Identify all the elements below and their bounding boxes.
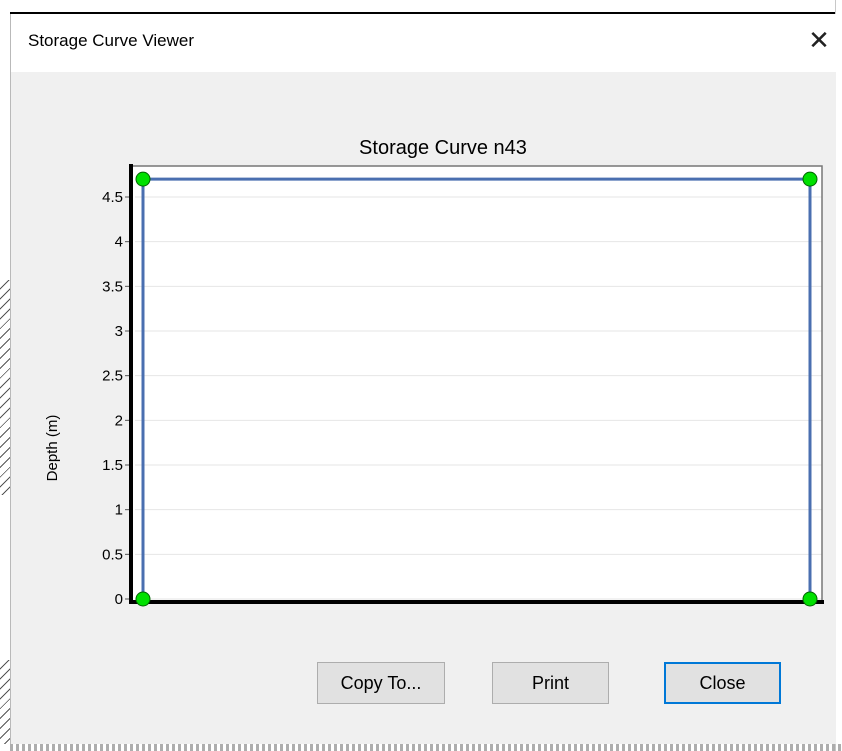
background-window-bottom xyxy=(10,744,842,751)
dialog-titlebar[interactable]: Storage Curve Viewer ✕ xyxy=(11,14,836,72)
copy-to-button[interactable]: Copy To... xyxy=(317,662,445,704)
data-point-marker xyxy=(135,171,151,187)
y-tick-label: 2.5 xyxy=(102,368,123,385)
y-tick-label: 4 xyxy=(115,234,123,251)
close-icon[interactable]: ✕ xyxy=(803,25,835,57)
chart-area: Storage Curve n43 Depth (m) 0 0.5 1 1.5 2 2.5… xyxy=(11,72,836,652)
chart-title: Storage Curve n43 xyxy=(359,137,527,159)
print-button[interactable]: Print xyxy=(492,662,609,704)
screen: Storage Curve Viewer ✕ Storage Curve n43… xyxy=(0,0,842,751)
background-window-right xyxy=(835,0,842,751)
y-tick-label: 1 xyxy=(115,502,123,519)
storage-curve-dialog: Storage Curve Viewer ✕ Storage Curve n43… xyxy=(10,14,836,744)
close-button[interactable]: Close xyxy=(664,662,781,704)
y-tick-label: 4.5 xyxy=(102,189,123,206)
data-point-marker xyxy=(135,591,151,607)
plot-layer: 0 0.5 1 1.5 2 2.5 3 3.5 4 4.5 xyxy=(102,164,824,608)
y-tick-label: 0.5 xyxy=(102,546,123,563)
y-tick-label: 3 xyxy=(115,323,123,340)
data-point-marker xyxy=(802,171,818,187)
plot-background xyxy=(131,166,822,602)
y-axis-label: Depth (m) xyxy=(44,415,61,482)
storage-curve-chart: Storage Curve n43 Depth (m) 0 0.5 1 1.5 2 2.5… xyxy=(44,137,824,608)
data-point-marker xyxy=(802,591,818,607)
dialog-title: Storage Curve Viewer xyxy=(28,31,194,50)
y-tick-label: 0 xyxy=(115,591,123,608)
y-tick-label: 1.5 xyxy=(102,457,123,474)
y-tick-label: 2 xyxy=(115,412,123,429)
y-tick-label: 3.5 xyxy=(102,278,123,295)
